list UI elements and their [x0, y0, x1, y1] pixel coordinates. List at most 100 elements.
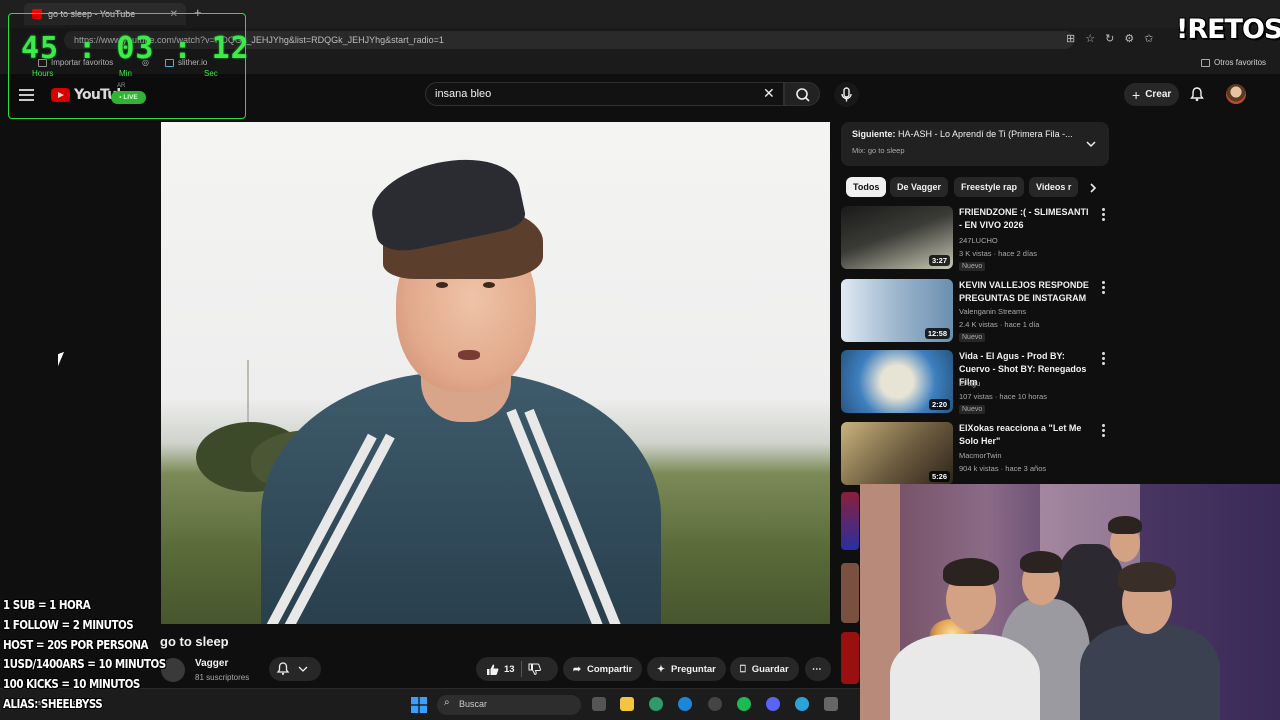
seconds-label: Sec [204, 69, 218, 78]
like-button[interactable]: 13 [486, 663, 515, 676]
chevron-right-icon[interactable] [1087, 182, 1099, 194]
timer-seconds: 12 [211, 31, 250, 66]
more-vertical-icon[interactable] [1102, 208, 1105, 223]
create-button[interactable]: + Crear [1124, 83, 1180, 106]
video-title: FRIENDZONE :( - SLIMESANTI - EN VIVO 202… [959, 207, 1089, 230]
video-thumbnail[interactable]: 2:20 [841, 350, 953, 413]
notifications-bell-icon[interactable] [1189, 86, 1205, 102]
account-avatar[interactable] [1226, 84, 1246, 104]
video-thumbnail[interactable]: 12:58 [841, 279, 953, 342]
channel-name[interactable]: El agu [959, 379, 980, 388]
person-hair [1118, 562, 1176, 592]
video-title: ElXokas reacciona a "Let Me Solo Her" [959, 423, 1082, 446]
share-label: Compartir [586, 663, 633, 675]
windows-start-icon[interactable] [411, 697, 427, 713]
video-thumbnail[interactable] [841, 492, 859, 550]
up-next-video: HA-ASH - Lo Aprendí de Ti (Primera Fila … [898, 129, 1073, 139]
video-duration: 5:26 [928, 471, 950, 482]
person-body [1080, 624, 1220, 720]
person-hair [1020, 551, 1062, 573]
stream-rules: 1 SUB = 1 HORA 1 FOLLOW = 2 MINUTOS HOST… [3, 596, 192, 715]
refresh-extension-icon[interactable]: ↻ [1105, 32, 1114, 45]
search-button[interactable] [784, 82, 820, 106]
video-thumbnail[interactable]: 3:27 [841, 206, 953, 269]
settings-icon[interactable] [708, 697, 722, 711]
edge-icon[interactable] [678, 697, 692, 711]
up-next-card[interactable]: Siguiente: HA-ASH - Lo Aprendí de Ti (Pr… [841, 122, 1109, 166]
search-input[interactable]: insana bleo [425, 82, 784, 106]
recommendation-item[interactable]: 5:26 ElXokas reacciona a "Let Me Solo He… [841, 422, 1109, 488]
share-button[interactable]: ➦ Compartir [563, 657, 643, 681]
search-icon: ⌕ [444, 697, 450, 708]
recommendation-item[interactable]: 2:20 Vida - El Agus - Prod BY: Cuervo - … [841, 350, 1109, 416]
rule-line: HOST = 20S POR PERSONA [3, 637, 149, 652]
ask-button[interactable]: ✦ Preguntar [647, 657, 726, 681]
channel-name[interactable]: MacmorTwin [959, 451, 1002, 460]
browser-toolbar-icons: ⊞ ☆ ↻ ⚙ ✩ [1066, 32, 1153, 45]
spotify-icon[interactable] [737, 697, 751, 711]
favorites-icon[interactable]: ✩ [1144, 32, 1153, 45]
folder-icon [1201, 58, 1210, 67]
rule-line: 1 SUB = 1 HORA [3, 598, 91, 612]
taskbar-search-input[interactable]: Buscar [437, 695, 581, 715]
search-icon [796, 88, 810, 102]
new-badge: Nuevo [959, 262, 986, 271]
video-thumbnail[interactable] [841, 563, 859, 623]
microphone-icon [841, 87, 852, 102]
more-vertical-icon[interactable] [1102, 352, 1105, 367]
rule-line: 100 KICKS = 10 MINUTOS [3, 677, 140, 692]
channel-name[interactable]: Vagger [195, 658, 228, 669]
rule-line: 1 FOLLOW = 2 MINUTOS [3, 617, 134, 632]
chip-todos[interactable]: Todos [846, 177, 887, 197]
create-label: Crear [1145, 89, 1172, 100]
person-hair [1108, 516, 1142, 534]
like-dislike-group: 13 [476, 657, 558, 681]
new-badge: Nuevo [959, 333, 986, 342]
rule-line: ALIAS: SHEELBYSS [3, 696, 103, 711]
person-eye [483, 282, 495, 288]
telegram-icon[interactable] [795, 697, 809, 711]
video-player[interactable] [161, 122, 830, 624]
clear-search-icon[interactable]: ✕ [763, 85, 775, 102]
plus-icon: + [1132, 86, 1141, 103]
extensions-icon[interactable]: ⚙ [1124, 32, 1134, 45]
video-thumbnail[interactable] [841, 632, 859, 684]
chip-freestyle-rap[interactable]: Freestyle rap [954, 177, 1025, 197]
subscriber-count: 81 suscriptores [195, 673, 250, 682]
chevron-down-icon[interactable] [1085, 138, 1097, 150]
other-favorites-label: Otros favoritos [1214, 58, 1267, 67]
recommendation-item[interactable]: 12:58 KEVIN VALLEJOS RESPONDE PREGUNTAS … [841, 279, 1109, 345]
subscription-bell-button[interactable] [269, 657, 321, 681]
chip-de-vagger[interactable]: De Vagger [890, 177, 949, 197]
discord-icon[interactable] [766, 697, 780, 711]
voice-search-button[interactable] [834, 82, 859, 107]
more-vertical-icon[interactable] [1102, 424, 1105, 439]
webcam-feed [860, 484, 1280, 720]
person-mouth [458, 350, 480, 360]
ask-label: Preguntar [670, 663, 716, 675]
minutes-label: Min [119, 69, 132, 78]
task-view-icon[interactable] [592, 697, 606, 711]
more-actions-button[interactable]: ⋯ [805, 657, 831, 681]
new-badge: Nuevo [959, 405, 986, 414]
browser-icon[interactable] [649, 697, 663, 711]
channel-name[interactable]: 247LUCHO [959, 236, 998, 245]
video-thumbnail[interactable]: 5:26 [841, 422, 953, 485]
thumbs-up-icon [487, 664, 499, 675]
app-available-icon[interactable]: ⊞ [1066, 32, 1075, 45]
thumbs-down-icon[interactable] [528, 663, 541, 676]
channel-name[interactable]: Valenganin Streams [959, 307, 1026, 316]
person-eye [436, 282, 448, 288]
video-meta: 107 vistas · hace 10 horas [959, 392, 1047, 401]
recommendation-item[interactable]: 3:27 FRIENDZONE :( - SLIMESANTI - EN VIV… [841, 206, 1109, 272]
up-next-title: Siguiente: HA-ASH - Lo Aprendí de Ti (Pr… [852, 129, 1098, 139]
more-vertical-icon[interactable] [1102, 281, 1105, 296]
calculator-icon[interactable] [824, 697, 838, 711]
favorite-star-icon[interactable]: ☆ [1085, 32, 1095, 45]
person-hair [943, 558, 999, 586]
file-explorer-icon[interactable] [620, 697, 634, 711]
save-button[interactable]: ⎕ Guardar [730, 657, 799, 681]
video-meta: 3 K vistas · hace 2 días [959, 249, 1037, 258]
other-favorites[interactable]: Otros favoritos [1201, 58, 1266, 67]
chip-videos[interactable]: Videos r [1029, 177, 1079, 197]
